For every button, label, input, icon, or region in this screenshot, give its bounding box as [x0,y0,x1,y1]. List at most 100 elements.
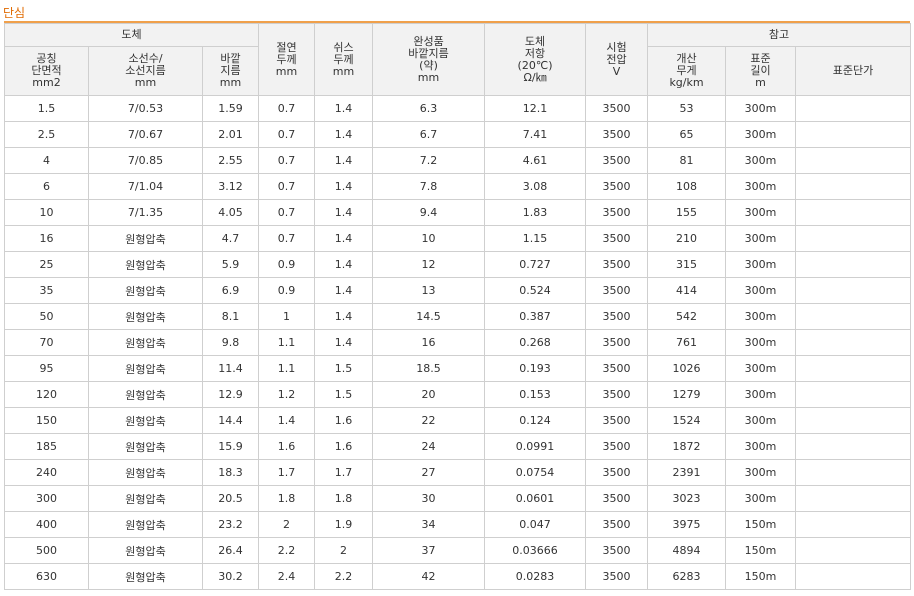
cell-weight: 81 [647,147,727,174]
cell-test-voltage: 3500 [585,147,649,174]
cell-nominal-area: 150 [4,407,89,434]
table-row: 95 원형압축 11.4 1.1 1.5 18.5 0.193 3500 1026 300m [4,355,912,382]
table-row: 1.5 7/0.53 1.59 0.7 1.4 6.3 12.1 3500 53 300m [4,95,912,122]
header-conductor-resistance: 도체 저항 (20℃) Ω/㎞ [484,23,587,96]
cell-nominal-area: 120 [4,381,89,408]
cell-finished-diameter: 42 [372,563,486,590]
cell-finished-diameter: 6.3 [372,95,486,122]
cell-finished-diameter: 34 [372,511,486,538]
cell-weight: 4894 [647,537,727,564]
cell-sheath: 1.8 [314,485,374,512]
cell-finished-diameter: 22 [372,407,486,434]
cell-resistance: 0.193 [484,355,587,382]
cell-sheath: 1.5 [314,355,374,382]
cell-insulation: 1.6 [258,433,316,460]
cell-unit-price [795,563,912,590]
cell-finished-diameter: 30 [372,485,486,512]
cell-standard-length: 300m [725,121,797,148]
cell-resistance: 4.61 [484,147,587,174]
cell-test-voltage: 3500 [585,485,649,512]
cell-strand: 원형압축 [88,459,203,486]
cell-insulation: 2.2 [258,537,316,564]
cell-outer-diameter: 30.2 [201,563,260,590]
cell-nominal-area: 1.5 [4,95,89,122]
cell-outer-diameter: 2.01 [201,121,260,148]
cell-test-voltage: 3500 [585,563,649,590]
cell-nominal-area: 630 [4,563,89,590]
cell-test-voltage: 3500 [585,511,649,538]
cell-test-voltage: 3500 [585,537,649,564]
page: 단심 도체 절연 두께 mm 쉬스 두께 mm 완성품 바깥지름 (약) mm … [0,0,914,596]
table-row: 70 원형압축 9.8 1.1 1.4 16 0.268 3500 761 300m [4,329,912,356]
cell-nominal-area: 185 [4,433,89,460]
cell-finished-diameter: 37 [372,537,486,564]
cell-finished-diameter: 16 [372,329,486,356]
cell-standard-length: 300m [725,251,797,278]
cell-weight: 108 [647,173,727,200]
cell-resistance: 0.727 [484,251,587,278]
cell-unit-price [795,433,912,460]
cell-outer-diameter: 6.9 [201,277,260,304]
cell-sheath: 1.4 [314,251,374,278]
header-unit-price: 표준단가 [795,46,912,96]
cell-outer-diameter: 9.8 [201,329,260,356]
cell-unit-price [795,381,912,408]
cell-finished-diameter: 20 [372,381,486,408]
cell-finished-diameter: 12 [372,251,486,278]
cell-unit-price [795,537,912,564]
cell-strand: 원형압축 [88,355,203,382]
cell-standard-length: 300m [725,173,797,200]
cell-weight: 210 [647,225,727,252]
cell-weight: 6283 [647,563,727,590]
table-row: 240 원형압축 18.3 1.7 1.7 27 0.0754 3500 2391 300m [4,459,912,486]
cell-strand: 7/0.67 [88,121,203,148]
cell-resistance: 0.268 [484,329,587,356]
cell-nominal-area: 50 [4,303,89,330]
cell-standard-length: 300m [725,433,797,460]
cell-weight: 53 [647,95,727,122]
table-row: 185 원형압축 15.9 1.6 1.6 24 0.0991 3500 1872 300m [4,433,912,460]
cell-sheath: 1.4 [314,329,374,356]
cell-weight: 65 [647,121,727,148]
table-row: 16 원형압축 4.7 0.7 1.4 10 1.15 3500 210 300m [4,225,912,252]
cell-sheath: 1.4 [314,147,374,174]
cell-insulation: 0.9 [258,251,316,278]
cell-resistance: 0.03666 [484,537,587,564]
cell-nominal-area: 4 [4,147,89,174]
cell-insulation: 0.7 [258,95,316,122]
header-weight: 개산 무게 kg/km [647,46,727,96]
cell-nominal-area: 400 [4,511,89,538]
cell-resistance: 1.83 [484,199,587,226]
cell-resistance: 0.0991 [484,433,587,460]
cell-test-voltage: 3500 [585,277,649,304]
cell-outer-diameter: 20.5 [201,485,260,512]
cell-test-voltage: 3500 [585,251,649,278]
cell-nominal-area: 240 [4,459,89,486]
table-row: 25 원형압축 5.9 0.9 1.4 12 0.727 3500 315 300m [4,251,912,278]
cell-test-voltage: 3500 [585,381,649,408]
cell-standard-length: 300m [725,277,797,304]
header-outer-diameter: 바깥 지름 mm [201,46,260,96]
cell-strand: 7/1.04 [88,173,203,200]
cell-unit-price [795,147,912,174]
header-group-reference: 참고 [647,23,912,47]
cell-strand: 원형압축 [88,329,203,356]
cell-weight: 315 [647,251,727,278]
cell-standard-length: 300m [725,95,797,122]
cell-weight: 542 [647,303,727,330]
cell-standard-length: 300m [725,381,797,408]
cell-standard-length: 300m [725,147,797,174]
cell-strand: 원형압축 [88,407,203,434]
cell-weight: 414 [647,277,727,304]
cell-resistance: 1.15 [484,225,587,252]
cell-strand: 7/0.85 [88,147,203,174]
cell-sheath: 1.4 [314,277,374,304]
cell-test-voltage: 3500 [585,173,649,200]
cell-resistance: 0.0754 [484,459,587,486]
cell-unit-price [795,277,912,304]
table-row: 10 7/1.35 4.05 0.7 1.4 9.4 1.83 3500 155 300m [4,199,912,226]
cell-insulation: 0.7 [258,225,316,252]
cell-strand: 7/1.35 [88,199,203,226]
cell-outer-diameter: 15.9 [201,433,260,460]
cell-standard-length: 300m [725,199,797,226]
